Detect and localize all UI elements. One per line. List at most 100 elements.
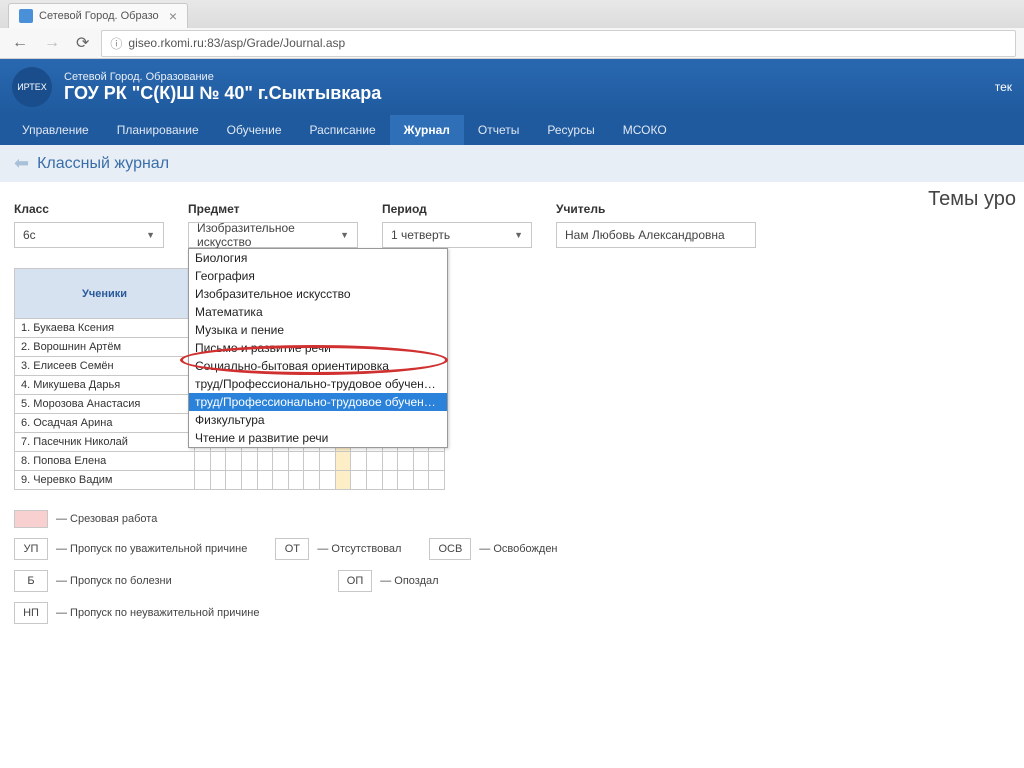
grade-cell[interactable] (304, 452, 320, 471)
nav-item[interactable]: Журнал (390, 115, 464, 145)
dropdown-option[interactable]: Изобразительное искусство (189, 285, 447, 303)
subject-label: Предмет (188, 202, 358, 216)
app-header: ИРТЕХ Сетевой Город. Образование ГОУ РК … (0, 59, 1024, 115)
tab-title: Сетевой Город. Образо (39, 10, 159, 22)
grade-cell[interactable] (273, 471, 289, 490)
main-nav: УправлениеПланированиеОбучениеРасписание… (0, 115, 1024, 145)
filter-period: Период 1 четверть ▼ (382, 202, 532, 248)
back-icon[interactable]: ← (8, 32, 32, 54)
grade-cell[interactable] (304, 471, 320, 490)
student-name[interactable]: 3. Елисеев Семён (15, 357, 195, 376)
tab-close-icon[interactable]: × (169, 9, 177, 23)
dropdown-option[interactable]: География (189, 267, 447, 285)
grade-cell[interactable] (320, 471, 336, 490)
url-text: giseo.rkomi.ru:83/asp/Grade/Journal.asp (128, 36, 345, 50)
logo: ИРТЕХ (12, 67, 52, 107)
favicon (19, 9, 33, 23)
forward-icon: → (40, 32, 64, 54)
content: Класс 6с ▼ Предмет Изобразительное искус… (0, 182, 1024, 654)
dropdown-option[interactable]: Биология (189, 249, 447, 267)
browser-tab[interactable]: Сетевой Город. Образо × (8, 3, 188, 28)
grade-cell[interactable] (226, 471, 242, 490)
dropdown-option[interactable]: Музыка и пение (189, 321, 447, 339)
table-row: 9. Черевко Вадим (15, 471, 445, 490)
nav-item[interactable]: Планирование (103, 115, 213, 145)
grade-cell[interactable] (398, 452, 414, 471)
side-panel-title: Темы уро (928, 188, 1016, 211)
nav-item[interactable]: Управление (8, 115, 103, 145)
grade-cell[interactable] (366, 452, 382, 471)
chevron-down-icon: ▼ (514, 230, 523, 240)
grade-cell[interactable] (320, 452, 336, 471)
grade-cell[interactable] (288, 471, 304, 490)
legend-up: УП — Пропуск по уважительной причине (14, 538, 247, 560)
grade-cell[interactable] (257, 452, 273, 471)
grade-cell[interactable] (382, 471, 398, 490)
grade-cell[interactable] (382, 452, 398, 471)
legend-pink-box (14, 510, 48, 528)
table-row: 8. Попова Елена (15, 452, 445, 471)
grade-cell[interactable] (351, 452, 367, 471)
grade-cell[interactable] (257, 471, 273, 490)
grade-cell[interactable] (429, 471, 445, 490)
student-name[interactable]: 4. Микушева Дарья (15, 376, 195, 395)
grade-cell[interactable] (210, 471, 226, 490)
nav-item[interactable]: Отчеты (464, 115, 533, 145)
period-select[interactable]: 1 четверть ▼ (382, 222, 532, 248)
filters: Класс 6с ▼ Предмет Изобразительное искус… (14, 202, 1010, 248)
dropdown-option[interactable]: труд/Профессионально-трудовое обучение/С… (189, 375, 447, 393)
dropdown-option[interactable]: Чтение и развитие речи (189, 429, 447, 447)
page-back-icon[interactable]: ⬅ (14, 153, 29, 174)
legend-np: НП — Пропуск по неуважительной причине (14, 602, 259, 624)
page-title: Классный журнал (37, 155, 169, 173)
grade-cell[interactable] (413, 452, 429, 471)
header-right: тек (995, 80, 1012, 94)
grade-cell[interactable] (226, 452, 242, 471)
student-name[interactable]: 6. Осадчая Арина (15, 414, 195, 433)
info-icon[interactable]: ⓘ (110, 35, 122, 52)
grade-cell[interactable] (413, 471, 429, 490)
grade-cell[interactable] (195, 452, 211, 471)
students-header: Ученики (15, 269, 195, 319)
grade-cell[interactable] (335, 471, 351, 490)
dropdown-option[interactable]: труд/Профессионально-трудовое обучение/Ш… (189, 393, 447, 411)
student-name[interactable]: 2. Ворошнин Артём (15, 338, 195, 357)
grade-cell[interactable] (241, 471, 257, 490)
grade-cell[interactable] (210, 452, 226, 471)
subject-select[interactable]: Изобразительное искусство ▼ БиологияГеог… (188, 222, 358, 248)
teacher-label: Учитель (556, 202, 756, 216)
student-name[interactable]: 1. Букаева Ксения (15, 319, 195, 338)
class-select[interactable]: 6с ▼ (14, 222, 164, 248)
nav-item[interactable]: МСОКО (609, 115, 681, 145)
nav-item[interactable]: Расписание (296, 115, 390, 145)
tab-bar: Сетевой Город. Образо × (0, 0, 1024, 28)
subject-dropdown: БиологияГеографияИзобразительное искусст… (188, 248, 448, 448)
grade-cell[interactable] (398, 471, 414, 490)
url-bar[interactable]: ⓘ giseo.rkomi.ru:83/asp/Grade/Journal.as… (101, 30, 1016, 57)
legend-b: Б — Пропуск по болезни (14, 570, 172, 592)
grade-cell[interactable] (366, 471, 382, 490)
reload-icon[interactable]: ⟳ (72, 31, 93, 55)
header-title: ГОУ РК "С(К)Ш № 40" г.Сыктывкара (64, 83, 983, 104)
grade-cell[interactable] (241, 452, 257, 471)
grade-cell[interactable] (335, 452, 351, 471)
grade-cell[interactable] (273, 452, 289, 471)
dropdown-option[interactable]: Физкультура (189, 411, 447, 429)
nav-item[interactable]: Обучение (213, 115, 296, 145)
dropdown-option[interactable]: Письмо и развитие речи (189, 339, 447, 357)
browser-chrome: Сетевой Город. Образо × ← → ⟳ ⓘ giseo.rk… (0, 0, 1024, 59)
nav-item[interactable]: Ресурсы (533, 115, 608, 145)
legend-ot: ОТ — Отсутствовал (275, 538, 401, 560)
student-name[interactable]: 9. Черевко Вадим (15, 471, 195, 490)
grade-cell[interactable] (351, 471, 367, 490)
teacher-field: Нам Любовь Александровна (556, 222, 756, 248)
dropdown-option[interactable]: Социально-бытовая ориентировка (189, 357, 447, 375)
grade-cell[interactable] (288, 452, 304, 471)
grade-cell[interactable] (429, 452, 445, 471)
page-title-bar: ⬅ Классный журнал (0, 145, 1024, 182)
student-name[interactable]: 5. Морозова Анастасия (15, 395, 195, 414)
student-name[interactable]: 7. Пасечник Николай (15, 433, 195, 452)
grade-cell[interactable] (195, 471, 211, 490)
dropdown-option[interactable]: Математика (189, 303, 447, 321)
student-name[interactable]: 8. Попова Елена (15, 452, 195, 471)
